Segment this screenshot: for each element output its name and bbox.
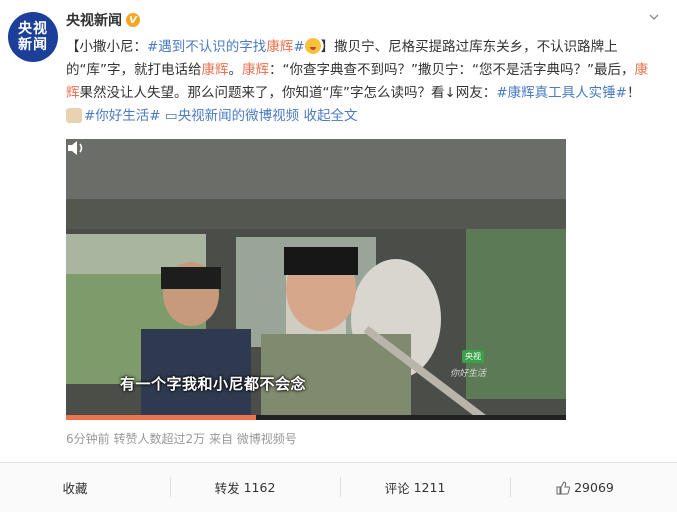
video-watermark: 你好生活 [450, 369, 487, 379]
like-button[interactable]: 29069 [510, 463, 660, 512]
post-text-6: ！ [626, 85, 641, 101]
post-text-1: 【小撒小尼： [66, 39, 147, 55]
avatar[interactable]: 央视 新闻 [8, 12, 58, 62]
repost-label: 转发 [214, 481, 240, 496]
hashtag-link-2[interactable]: #康辉真工具人实锤# [496, 85, 627, 101]
hashtag-link-3[interactable]: #你好生活# [84, 108, 161, 124]
chevron-down-icon[interactable] [649, 12, 659, 22]
avatar-text-2: 新闻 [18, 37, 48, 53]
video-link-text: 央视新闻的微博视频 [177, 108, 300, 124]
hashtag-1-text: #遇到不认识的字找 [147, 39, 267, 55]
name-highlight-2: 康辉 [242, 62, 269, 78]
comment-label: 评论 [384, 481, 410, 496]
thumbs-up-icon [556, 480, 571, 494]
post-text: 【小撒小尼：#遇到不认识的字找康辉# 】撒贝宁、尼格买提路过库东关乡，不认识路牌上… [66, 36, 651, 128]
hashtag-link-1[interactable]: #遇到不认识的字找康辉# [147, 39, 305, 55]
post-text-3: 。 [228, 62, 243, 78]
favorite-label: 收藏 [62, 481, 88, 496]
hashtag-1-end: # [293, 39, 305, 55]
emoji-icon [304, 38, 321, 54]
author-name[interactable]: 央视新闻 [66, 10, 122, 30]
avatar-text-1: 央视 [18, 21, 48, 37]
repost-note: 转赞人数超过2万 [113, 432, 206, 446]
repost-count: 1162 [243, 480, 276, 495]
action-bar: 收藏 转发 1162 评论 1211 29069 [0, 462, 677, 512]
volume-icon[interactable] [66, 139, 86, 157]
post-time[interactable]: 6分钟前 [66, 432, 110, 446]
author-row: 央视新闻 V [66, 10, 140, 30]
post-text-4: ：“你查字典查不到吗？”撒贝宁：“您不是活字典吗？”最后， [269, 62, 635, 78]
comment-button[interactable]: 评论 1211 [340, 463, 490, 512]
repost-button[interactable]: 转发 1162 [170, 463, 320, 512]
video-link[interactable]: ▭央视新闻的微博视频 [165, 108, 299, 124]
name-highlight-1: 康辉 [201, 62, 229, 78]
comment-count: 1211 [413, 480, 446, 495]
from-label: 来自 [208, 432, 233, 446]
like-count: 29069 [574, 480, 614, 495]
video-link-icon: ▭ [164, 108, 178, 124]
collapse-link[interactable]: 收起全文 [303, 108, 357, 124]
cat-icon [66, 108, 82, 123]
channel-badge: 央视 [462, 350, 484, 363]
favorite-button[interactable]: 收藏 [0, 463, 150, 512]
hashtag-1-highlight: 康辉 [266, 39, 294, 55]
video-player[interactable]: 有一个字我和小尼都不会念 央视 你好生活 [66, 139, 566, 420]
verified-icon: V [126, 13, 140, 27]
weibo-card: 央视 新闻 央视新闻 V 【小撒小尼：#遇到不认识的字找康辉# 】撒贝宁、尼格买提… [0, 0, 677, 512]
video-subtitle: 有一个字我和小尼都不会念 [120, 375, 307, 393]
post-text-5: 果然没让人失望。那么问题来了，你知道“库”字怎么读吗？看↓网友： [79, 85, 497, 101]
post-meta: 6分钟前 转赞人数超过2万 来自 微博视频号 [66, 430, 297, 447]
post-source[interactable]: 微博视频号 [237, 432, 297, 446]
